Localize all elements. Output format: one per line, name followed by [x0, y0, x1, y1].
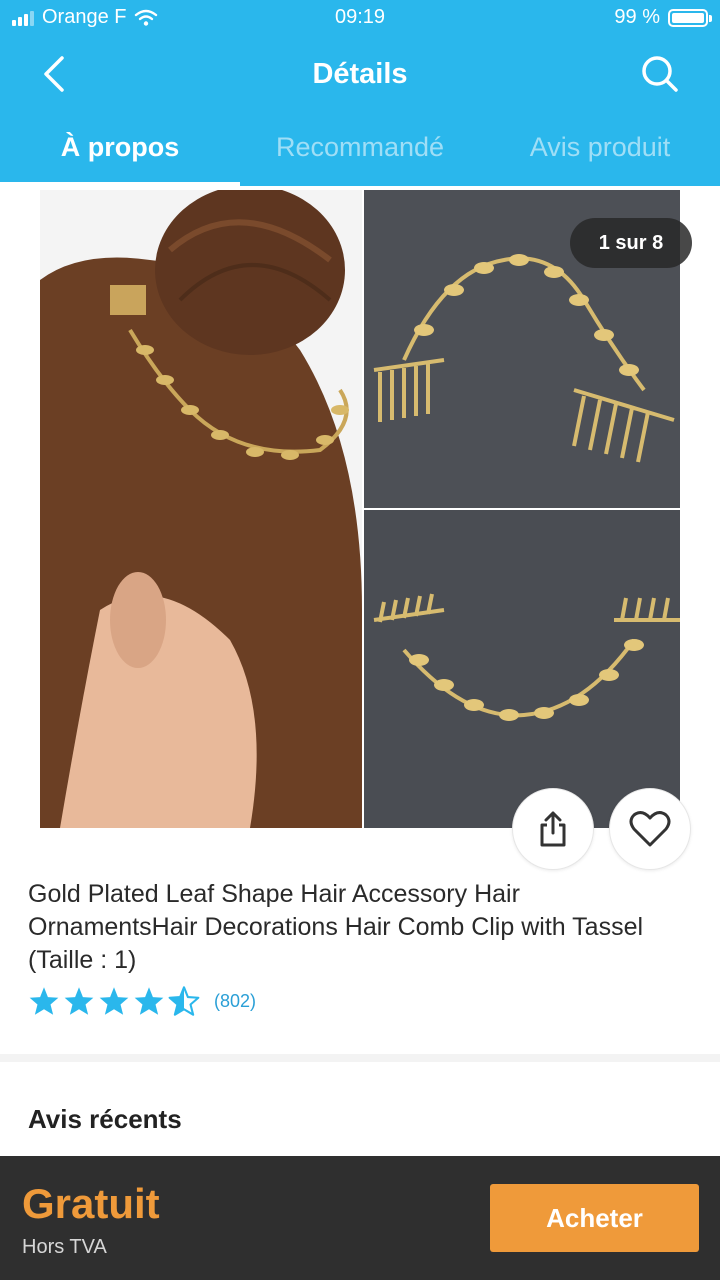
star-icon: [99, 987, 129, 1015]
star-icon: [134, 987, 164, 1015]
battery: 99 %: [614, 6, 712, 29]
status-bar: Orange F 09:19 99 %: [0, 0, 720, 36]
star-icon: [64, 987, 94, 1015]
clock: 09:19: [334, 6, 386, 28]
search-icon: [642, 56, 678, 92]
share-icon: [540, 811, 566, 847]
rating-stars: [28, 986, 200, 1016]
tax-note: Hors TVA: [22, 1236, 107, 1258]
header: Orange F 09:19 99 % Détails À propos Rec…: [0, 0, 720, 186]
section-divider: [0, 1054, 720, 1062]
page-title: Détails: [312, 58, 408, 90]
purchase-bar: Gratuit Hors TVA Acheter: [0, 1156, 720, 1280]
battery-percent: 99 %: [614, 6, 660, 28]
star-icon: [29, 987, 59, 1015]
tab-recommended[interactable]: Recommandé: [240, 118, 480, 186]
product-photo-model: [40, 190, 362, 828]
star-half-icon: [168, 986, 200, 1016]
share-button[interactable]: [512, 788, 594, 870]
product-photo-detail-bottom: [364, 510, 680, 828]
product-title: Gold Plated Leaf Shape Hair Accessory Ha…: [28, 880, 644, 974]
search-button[interactable]: [638, 52, 682, 96]
product-image-gallery[interactable]: [40, 190, 680, 828]
navbar: Détails: [0, 36, 720, 112]
tab-bar: À propos Recommandé Avis produit: [0, 118, 720, 186]
battery-icon: [668, 8, 712, 27]
image-counter: 1 sur 8: [570, 218, 692, 268]
buy-button[interactable]: Acheter: [490, 1184, 699, 1252]
rating-count[interactable]: (802): [214, 991, 256, 1012]
price: Gratuit: [22, 1180, 160, 1227]
favorite-button[interactable]: [609, 788, 691, 870]
heart-icon: [629, 811, 671, 847]
tab-about[interactable]: À propos: [0, 118, 240, 186]
recent-reviews-heading: Avis récents: [28, 1104, 182, 1134]
tab-reviews[interactable]: Avis produit: [480, 118, 720, 186]
product-rating[interactable]: (802): [28, 986, 256, 1016]
